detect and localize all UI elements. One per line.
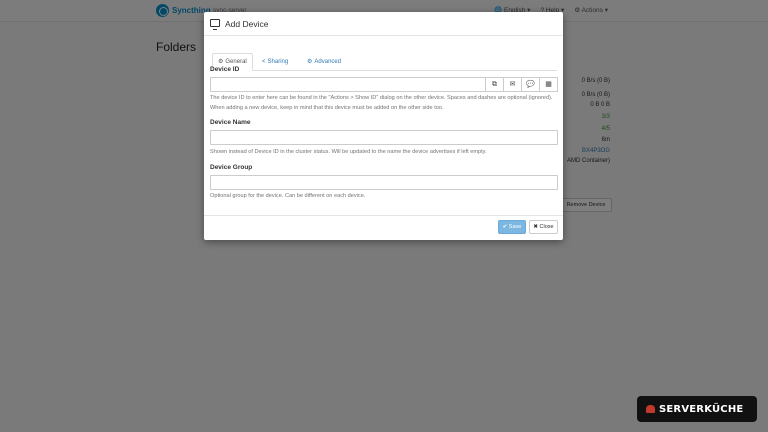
- chat-button[interactable]: 💬: [521, 77, 540, 92]
- device-name-label: Device Name: [210, 119, 251, 126]
- email-button[interactable]: ✉: [503, 77, 522, 92]
- tab-sharing[interactable]: < Sharing: [257, 53, 293, 71]
- device-id-help: The device ID to enter here can be found…: [210, 95, 553, 111]
- copy-button[interactable]: ⧉: [485, 77, 504, 92]
- device-id-input[interactable]: [210, 77, 486, 92]
- cogs-icon: ⚙: [307, 58, 313, 65]
- device-group-input[interactable]: [210, 175, 558, 190]
- add-device-dialog: Add Device ⚙ General < Sharing ⚙ Advance…: [204, 12, 563, 240]
- tab-advanced[interactable]: ⚙ Advanced: [302, 53, 346, 71]
- monitor-icon: [210, 19, 220, 30]
- serverkueche-watermark: SERVERKÜCHE: [637, 396, 757, 422]
- device-group-label: Device Group: [210, 164, 253, 171]
- close-icon: ✖: [533, 224, 538, 230]
- save-button[interactable]: ✔ Save: [498, 220, 526, 234]
- qrcode-icon: ▦: [545, 81, 552, 88]
- watermark-text: SERVERKÜCHE: [659, 403, 744, 415]
- qrcode-button[interactable]: ▦: [539, 77, 558, 92]
- chat-icon: 💬: [526, 81, 535, 88]
- chef-hat-icon: [646, 405, 655, 413]
- share-icon: <: [262, 58, 266, 65]
- close-button[interactable]: ✖ Close: [529, 220, 558, 234]
- check-icon: ✔: [502, 224, 508, 230]
- modal-footer: ✔ Save ✖ Close: [204, 215, 563, 240]
- mail-icon: ✉: [509, 81, 516, 88]
- copy-icon: ⧉: [492, 81, 497, 88]
- device-name-input[interactable]: [210, 130, 558, 145]
- modal-header: Add Device: [204, 12, 563, 36]
- modal-title: Add Device: [225, 19, 269, 29]
- tab-bar: ⚙ General < Sharing ⚙ Advanced: [210, 53, 557, 71]
- device-name-help: Shown instead of Device ID in the cluste…: [210, 149, 487, 155]
- device-group-help: Optional group for the device. Can be di…: [210, 193, 366, 199]
- device-id-label: Device ID: [210, 66, 240, 73]
